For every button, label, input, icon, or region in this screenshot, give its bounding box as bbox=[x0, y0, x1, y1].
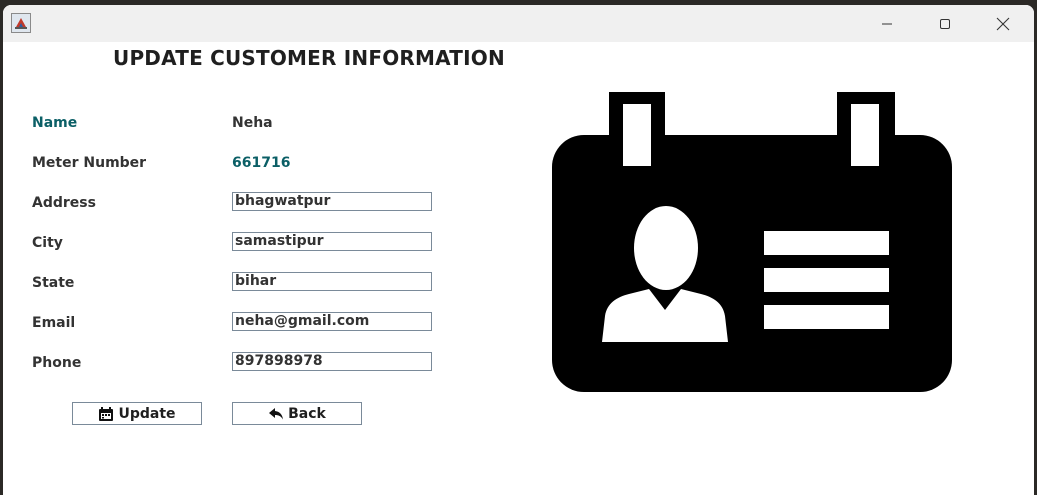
java-app-icon bbox=[11, 13, 31, 33]
phone-label: Phone bbox=[32, 355, 82, 371]
id-badge-illustration bbox=[551, 91, 953, 397]
close-icon bbox=[996, 17, 1010, 30]
name-label: Name bbox=[32, 115, 78, 131]
email-field[interactable] bbox=[232, 312, 432, 331]
meter-number-label: Meter Number bbox=[32, 155, 147, 171]
email-label: Email bbox=[32, 315, 76, 331]
minimize-button[interactable] bbox=[858, 5, 916, 42]
state-field[interactable] bbox=[232, 272, 432, 291]
name-value: Neha bbox=[232, 115, 273, 131]
city-label: City bbox=[32, 235, 63, 251]
back-button[interactable]: Back bbox=[232, 402, 362, 425]
address-label: Address bbox=[32, 195, 96, 211]
page-title: UPDATE CUSTOMER INFORMATION bbox=[113, 46, 505, 70]
id-badge-icon bbox=[552, 92, 952, 392]
title-bar bbox=[3, 5, 1034, 42]
maximize-button[interactable] bbox=[916, 5, 974, 42]
update-button-label: Update bbox=[118, 405, 176, 422]
back-button-label: Back bbox=[288, 405, 326, 422]
close-button[interactable] bbox=[974, 5, 1032, 42]
address-field[interactable] bbox=[232, 192, 432, 211]
meter-number-value: 661716 bbox=[232, 155, 291, 171]
city-field[interactable] bbox=[232, 232, 432, 251]
customer-update-window: UPDATE CUSTOMER INFORMATION Name Neha Me… bbox=[3, 5, 1034, 495]
maximize-icon bbox=[940, 18, 950, 29]
reply-arrow-icon bbox=[269, 407, 284, 419]
update-button[interactable]: Update bbox=[72, 402, 202, 425]
state-label: State bbox=[32, 275, 75, 291]
calendar-icon bbox=[99, 406, 114, 421]
minimize-icon bbox=[882, 23, 892, 24]
phone-field[interactable] bbox=[232, 352, 432, 371]
